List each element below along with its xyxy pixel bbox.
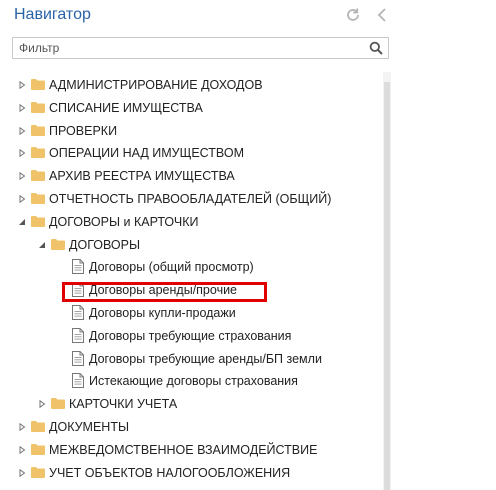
folder-icon <box>31 421 45 432</box>
collapse-panel-icon[interactable] <box>373 6 391 24</box>
collapsed-triangle-icon[interactable] <box>18 445 26 454</box>
collapsed-triangle-icon[interactable] <box>18 195 26 203</box>
scrollbar[interactable] <box>383 72 391 490</box>
document-icon <box>72 350 84 366</box>
tree-document-item[interactable]: Договоры аренды/прочие <box>0 279 380 301</box>
document-icon <box>72 305 84 320</box>
tree-folder-item[interactable]: ДОКУМЕНТЫ <box>0 416 380 438</box>
tree-item-label: СПИСАНИЕ ИМУЩЕСТВА <box>49 100 203 115</box>
expanded-triangle-icon[interactable] <box>18 218 26 226</box>
tree-folder-item[interactable]: УЧЕТ ОБЪЕКТОВ НАЛОГООБЛОЖЕНИЯ <box>0 462 380 484</box>
folder-icon <box>31 79 45 90</box>
tree-item-label: Договоры требующие аренды/БП земли <box>89 351 322 366</box>
folder-icon <box>31 170 45 182</box>
folder-icon <box>31 466 45 478</box>
tree-item-label: АРХИВ РЕЕСТРА ИМУЩЕСТВА <box>49 169 235 184</box>
folder-icon <box>51 398 65 410</box>
expanded-triangle-icon[interactable] <box>38 241 46 249</box>
tree-document-item[interactable]: Договоры требующие аренды/БП земли <box>0 348 380 370</box>
tree-item-label: ДОКУМЕНТЫ <box>49 420 130 434</box>
tree-folder-item[interactable]: СПИСАНИЕ ИМУЩЕСТВА <box>0 97 380 119</box>
tree-item-label: ОТЧЕТНОСТЬ ПРАВООБЛАДАТЕЛЕЙ (ОБЩИЙ) <box>49 192 332 206</box>
folder-icon <box>31 193 45 204</box>
tree-item-label: КАРТОЧКИ УЧЕТА <box>69 397 178 412</box>
tree-folder-item[interactable]: ПРОВЕРКИ <box>0 120 380 142</box>
document-icon <box>72 327 84 343</box>
tree-document-item[interactable]: Договоры (общий просмотр) <box>0 256 380 278</box>
collapsed-triangle-icon[interactable] <box>18 468 26 477</box>
document-icon <box>72 373 84 389</box>
document-icon <box>72 259 84 275</box>
folder-icon <box>31 147 45 159</box>
tree-document-item[interactable]: Договоры требующие страхования <box>0 325 380 347</box>
tree-item-label: ПРОВЕРКИ <box>49 123 118 138</box>
tree-item-label: УЧЕТ ОБЪЕКТОВ НАЛОГООБЛОЖЕНИЯ <box>49 465 291 480</box>
folder-icon <box>31 101 45 113</box>
tree-item-label: Договоры (общий просмотр) <box>89 260 254 275</box>
tree-item-label: Договоры требующие страхования <box>89 328 292 343</box>
search-icon[interactable] <box>369 41 383 55</box>
collapsed-triangle-icon[interactable] <box>18 172 26 181</box>
tree-item-label: ОПЕРАЦИИ НАД ИМУЩЕСТВОМ <box>49 146 244 161</box>
tree-item-label: ДОГОВОРЫ <box>69 237 141 252</box>
tree-folder-item[interactable]: ДОГОВОРЫ <box>0 234 380 256</box>
folder-icon <box>31 215 45 227</box>
collapsed-triangle-icon[interactable] <box>18 423 26 431</box>
collapsed-triangle-icon[interactable] <box>18 103 26 112</box>
folder-icon <box>31 124 45 136</box>
tree-folder-item[interactable]: КАРТОЧКИ УЧЕТА <box>0 393 380 415</box>
tree-document-item[interactable]: Договоры купли-продажи <box>0 302 380 324</box>
collapsed-triangle-icon[interactable] <box>18 81 26 89</box>
tree-item-label: Истекающие договоры страхования <box>89 374 298 389</box>
filter-input[interactable] <box>19 40 359 56</box>
scrollbar-thumb[interactable] <box>384 82 390 490</box>
folder-icon <box>31 443 45 455</box>
navigator-title: Навигатор <box>14 6 91 23</box>
document-icon <box>72 282 84 298</box>
tree-document-item[interactable]: Истекающие договоры страхования <box>0 370 380 392</box>
tree-folder-item[interactable]: АДМИНИСТРИРОВАНИЕ ДОХОДОВ <box>0 74 380 96</box>
collapsed-triangle-icon[interactable] <box>18 126 26 135</box>
tree-folder-item[interactable]: ДОГОВОРЫ и КАРТОЧКИ <box>0 211 380 233</box>
tree-item-label: ДОГОВОРЫ и КАРТОЧКИ <box>49 214 199 229</box>
tree-folder-item[interactable]: МЕЖВЕДОМСТВЕННОЕ ВЗАИМОДЕЙСТВИЕ <box>0 439 380 461</box>
tree-item-label: МЕЖВЕДОМСТВЕННОЕ ВЗАИМОДЕЙСТВИЕ <box>49 442 318 457</box>
tree-folder-item[interactable]: АРХИВ РЕЕСТРА ИМУЩЕСТВА <box>0 165 380 187</box>
folder-icon <box>51 238 65 250</box>
tree-folder-item[interactable]: ОПЕРАЦИИ НАД ИМУЩЕСТВОМ <box>0 142 380 164</box>
tree-item-label: АДМИНИСТРИРОВАНИЕ ДОХОДОВ <box>49 78 263 92</box>
filter-field[interactable] <box>12 37 389 59</box>
refresh-icon[interactable] <box>344 6 362 24</box>
tree-folder-item[interactable]: ОТЧЕТНОСТЬ ПРАВООБЛАДАТЕЛЕЙ (ОБЩИЙ) <box>0 188 380 210</box>
collapsed-triangle-icon[interactable] <box>18 149 26 158</box>
tree-item-label: Договоры аренды/прочие <box>89 283 238 298</box>
collapsed-triangle-icon[interactable] <box>38 400 46 409</box>
tree-item-label: Договоры купли-продажи <box>89 306 236 320</box>
